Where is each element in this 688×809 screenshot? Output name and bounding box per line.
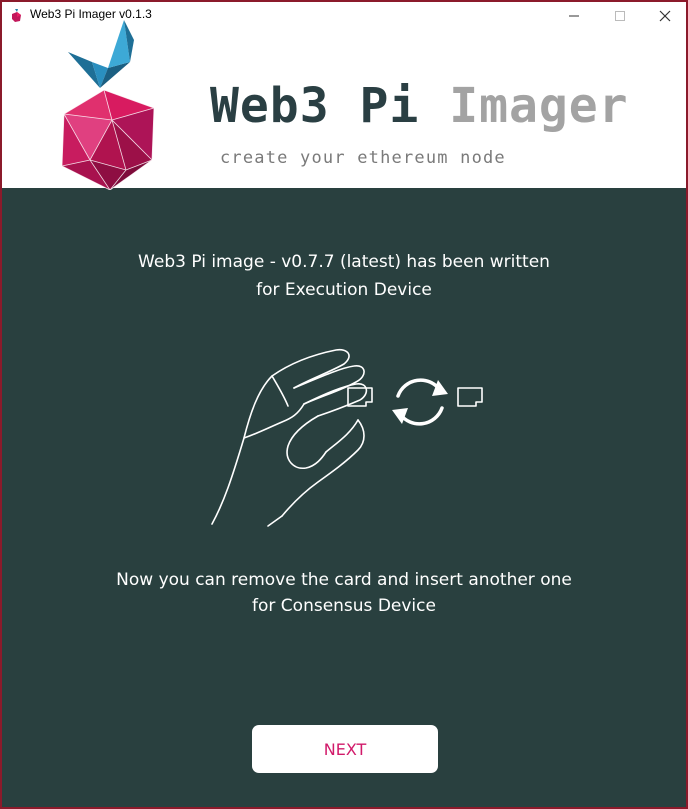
minimize-icon	[569, 15, 579, 17]
brand-title-imager: Imager	[449, 78, 629, 134]
maximize-button[interactable]	[597, 2, 643, 30]
instruction-line2: for Consensus Device	[252, 596, 436, 616]
instruction-line1: Now you can remove the card and insert a…	[116, 570, 572, 590]
brand-subtitle: create your ethereum node	[220, 148, 506, 168]
close-button[interactable]	[642, 2, 686, 30]
app-window: Web3 Pi Imager v0.1.3 Web3 Pi Imager cre…	[0, 0, 688, 809]
hand-swap-sd-card-icon	[211, 348, 483, 527]
brand-title: Web3 Pi Imager	[210, 78, 629, 134]
written-message-line2: for Execution Device	[256, 280, 432, 300]
maximize-icon	[615, 11, 625, 21]
written-message-line1: Web3 Pi image - v0.7.7 (latest) has been…	[138, 252, 550, 272]
brand-title-web3pi: Web3 Pi	[210, 78, 450, 134]
next-button[interactable]: NEXT	[252, 725, 438, 773]
main-panel: Web3 Pi image - v0.7.7 (latest) has been…	[2, 188, 686, 807]
minimize-button[interactable]	[551, 2, 597, 30]
raspberry-cube-logo	[61, 20, 155, 190]
close-icon	[659, 10, 671, 22]
app-icon	[12, 9, 21, 22]
